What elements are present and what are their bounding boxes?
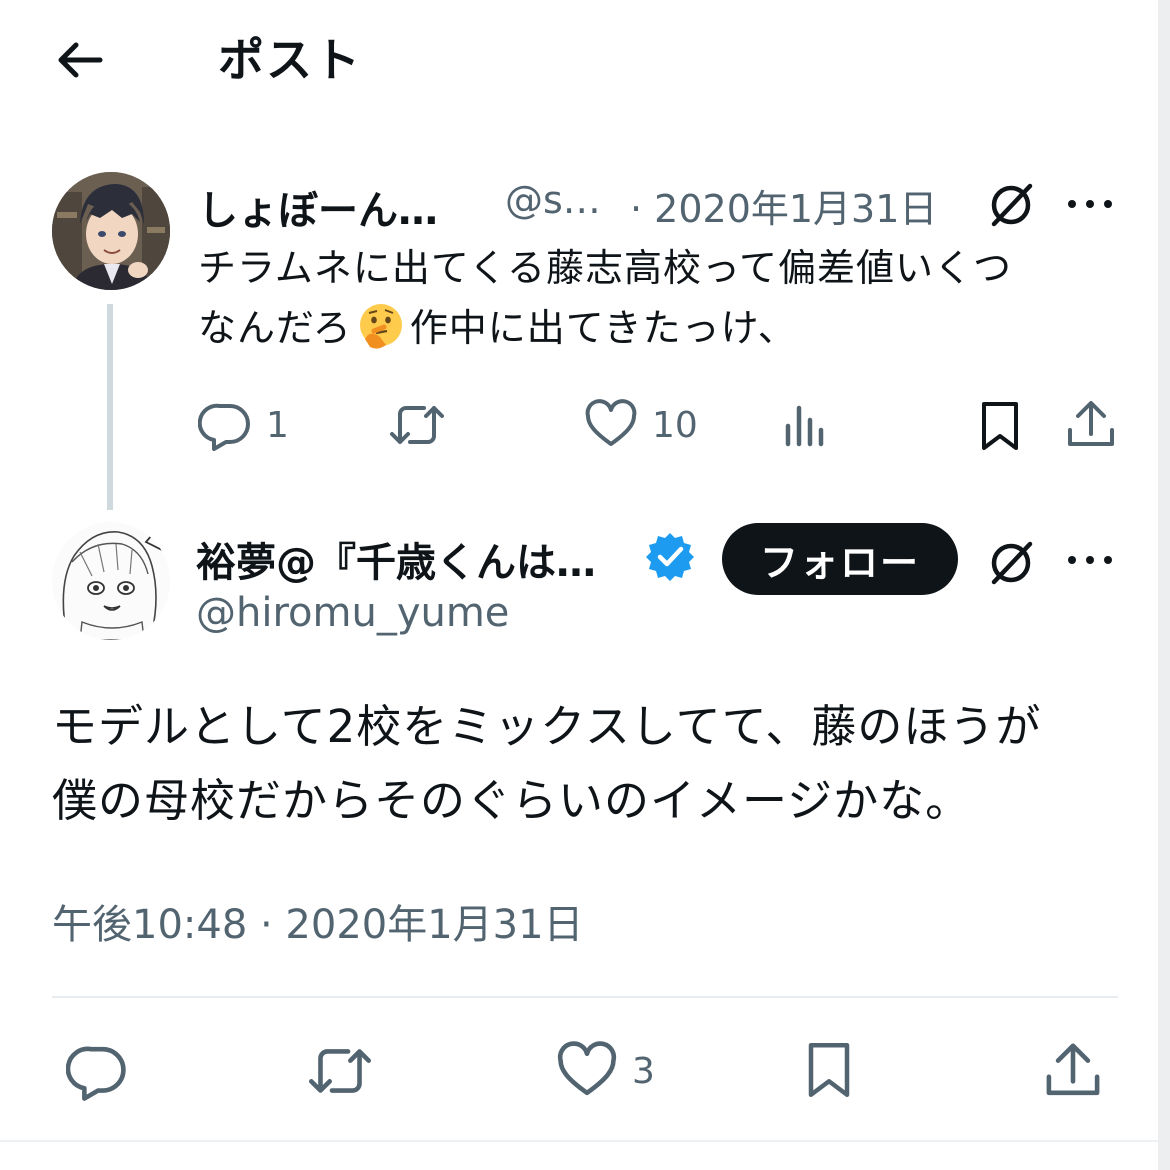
tweet-text: モデルとして2校をミックスしてて、藤のほうが 僕の母校だからそのぐらいのイメージ… — [52, 690, 1132, 838]
like-count: 3 — [632, 1050, 655, 1092]
share-button[interactable] — [1042, 1040, 1104, 1102]
back-button[interactable] — [50, 30, 110, 90]
reply-button[interactable]: 1 — [198, 398, 289, 452]
post-date[interactable]: · 2020年1月31日 — [630, 178, 937, 233]
reply-icon — [198, 403, 250, 451]
divider — [0, 1140, 1158, 1142]
tweet-text: チラムネに出てくる藤志高校って偏差値いくつ なんだろ 作中に出てきたっけ、 — [198, 238, 1118, 358]
author-handle[interactable]: @hiromu_yume — [196, 590, 509, 636]
scrollbar-track[interactable] — [1158, 0, 1170, 1170]
more-button[interactable] — [1062, 186, 1118, 222]
share-button[interactable] — [1064, 398, 1118, 452]
reply-count: 1 — [266, 404, 289, 446]
more-horizontal-icon — [1068, 556, 1112, 564]
repost-icon — [390, 406, 444, 444]
thread-line — [107, 304, 113, 510]
grok-button[interactable] — [984, 176, 1040, 232]
grok-button[interactable] — [984, 534, 1040, 590]
reply-icon — [66, 1046, 126, 1101]
more-button[interactable] — [1062, 542, 1118, 578]
grok-icon — [991, 541, 1033, 585]
grok-icon — [991, 183, 1033, 227]
divider — [52, 996, 1118, 998]
bookmark-button[interactable] — [802, 1038, 856, 1102]
page-title: ポスト — [218, 33, 362, 87]
tweet-line: なんだろ 作中に出てきたっけ、 — [198, 298, 1118, 358]
like-count: 10 — [652, 404, 698, 446]
repost-icon — [309, 1049, 371, 1093]
repost-button[interactable] — [388, 398, 446, 452]
heart-icon — [557, 1041, 617, 1096]
reply-button[interactable] — [66, 1040, 128, 1102]
tweet-line: 僕の母校だからそのぐらいのイメージかな。 — [52, 774, 972, 827]
follow-button[interactable]: フォロー — [722, 523, 958, 595]
verified-badge-icon — [646, 533, 694, 581]
post-timestamp[interactable]: 午後10:48 · 2020年1月31日 — [52, 892, 584, 950]
avatar[interactable] — [52, 522, 170, 640]
avatar[interactable] — [52, 172, 170, 290]
bookmark-icon — [982, 402, 1018, 450]
views-button[interactable] — [780, 398, 830, 452]
bookmark-button[interactable] — [976, 398, 1024, 454]
repost-button[interactable] — [306, 1040, 374, 1102]
arrow-left-icon — [58, 42, 103, 78]
like-button[interactable]: 10 — [584, 398, 698, 452]
bookmark-icon — [808, 1043, 850, 1097]
author-name[interactable]: しょぼーん… — [198, 178, 438, 236]
like-button[interactable]: 3 — [556, 1040, 655, 1102]
thinking-face-icon — [359, 304, 402, 349]
heart-icon — [585, 399, 637, 446]
share-icon — [1068, 401, 1114, 446]
share-icon — [1046, 1043, 1100, 1096]
author-handle[interactable]: @s… — [505, 178, 601, 222]
more-horizontal-icon — [1068, 200, 1112, 208]
header: ポスト — [0, 0, 1158, 120]
verified-badge — [644, 530, 696, 582]
tweet-line: チラムネに出てくる藤志高校って偏差値いくつ — [198, 246, 1013, 290]
views-icon — [785, 405, 824, 447]
tweet-line: モデルとして2校をミックスしてて、藤のほうが — [52, 700, 1042, 753]
author-name[interactable]: 裕夢@『千歳くんは… — [196, 530, 596, 588]
